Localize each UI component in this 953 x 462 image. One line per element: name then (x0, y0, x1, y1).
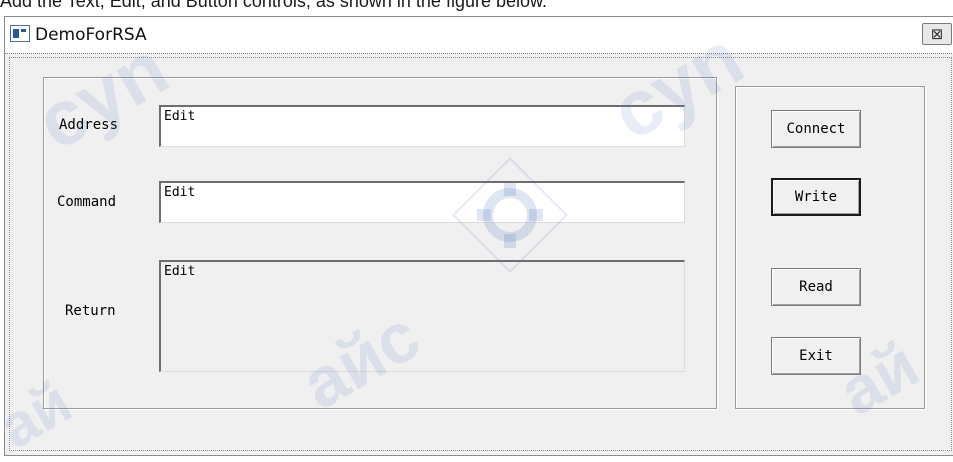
command-field[interactable]: Edit (159, 181, 685, 223)
app-icon-block (13, 29, 19, 38)
app-window-icon (10, 25, 30, 42)
window-title: DemoForRSA (35, 25, 147, 45)
close-button[interactable]: ⊠ (922, 23, 952, 45)
close-icon: ⊠ (930, 25, 944, 43)
read-button[interactable]: Read (771, 268, 861, 306)
address-field[interactable]: Edit (159, 105, 685, 147)
caption-text: Add the Text, Edit, and Button controls,… (0, 0, 548, 11)
return-field[interactable]: Edit (159, 260, 685, 372)
title-bar[interactable]: DemoForRSA ⊠ (5, 17, 953, 54)
exit-button[interactable]: Exit (771, 337, 861, 375)
app-icon-stripe (21, 29, 26, 32)
command-label: Command (57, 194, 117, 210)
watermark-gear-icon (452, 157, 568, 273)
write-button[interactable]: Write (771, 178, 861, 216)
return-label: Return (65, 303, 116, 319)
address-label: Address (59, 117, 119, 133)
connect-button[interactable]: Connect (771, 110, 861, 148)
